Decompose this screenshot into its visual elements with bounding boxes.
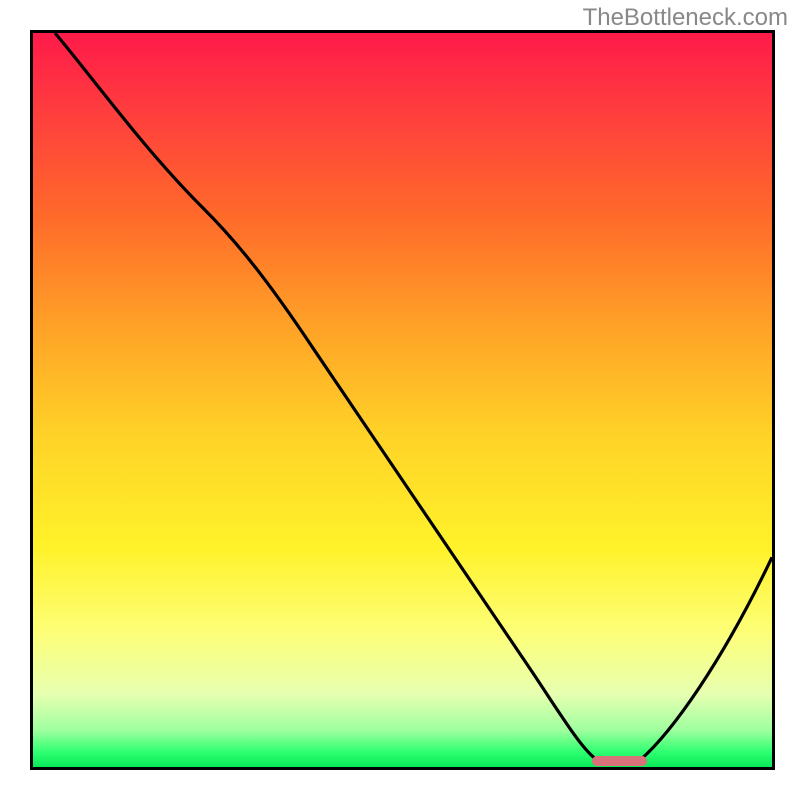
watermark-text: TheBottleneck.com [583,4,788,32]
plot-area [30,30,775,770]
chart-container: TheBottleneck.com [0,0,800,800]
curve-svg [33,33,772,767]
bottleneck-curve [55,33,772,760]
optimal-range-marker [592,756,648,766]
